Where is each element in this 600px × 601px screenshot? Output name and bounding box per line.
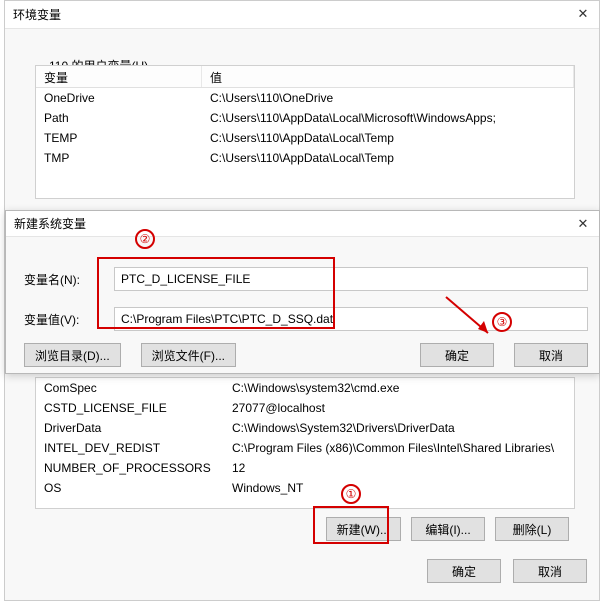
- system-vars-body: ComSpec C:\Windows\system32\cmd.exe CSTD…: [36, 378, 574, 498]
- table-row[interactable]: INTEL_DEV_REDIST C:\Program Files (x86)\…: [36, 438, 574, 458]
- table-row[interactable]: TEMP C:\Users\110\AppData\Local\Temp: [36, 128, 574, 148]
- table-row[interactable]: DriverData C:\Windows\System32\Drivers\D…: [36, 418, 574, 438]
- new-system-variable-dialog: 新建系统变量 ✕ 变量名(N): 变量值(V): 浏览目录(D)... 浏览文件…: [5, 210, 600, 374]
- user-vars-body: OneDrive C:\Users\110\OneDrive Path C:\U…: [36, 88, 574, 168]
- cell-val: Windows_NT: [224, 479, 574, 497]
- dialog-ok-button[interactable]: 确定: [420, 343, 494, 367]
- table-row[interactable]: OS Windows_NT: [36, 478, 574, 498]
- cell-var: TMP: [36, 149, 202, 167]
- cell-var: Path: [36, 109, 202, 127]
- cell-val: 12: [224, 459, 574, 477]
- new-system-var-button[interactable]: 新建(W)...: [326, 517, 401, 541]
- cell-val: C:\Windows\system32\cmd.exe: [224, 379, 574, 397]
- var-value-label: 变量值(V):: [24, 311, 114, 328]
- dialog-title: 新建系统变量: [14, 215, 86, 232]
- table-row[interactable]: TMP C:\Users\110\AppData\Local\Temp: [36, 148, 574, 168]
- window-title: 环境变量: [13, 6, 61, 23]
- delete-system-var-button[interactable]: 删除(L): [495, 517, 569, 541]
- window-titlebar: 环境变量 ✕: [5, 1, 599, 29]
- col-header-variable[interactable]: 变量: [36, 66, 202, 87]
- system-vars-table: ComSpec C:\Windows\system32\cmd.exe CSTD…: [35, 377, 575, 509]
- var-name-label: 变量名(N):: [24, 271, 114, 288]
- dialog-bottom-buttons: 确定 取消: [5, 559, 587, 583]
- var-value-row: 变量值(V):: [24, 307, 588, 331]
- close-icon[interactable]: ✕: [573, 215, 593, 233]
- cell-var: ComSpec: [36, 379, 224, 397]
- cell-val: C:\Windows\System32\Drivers\DriverData: [224, 419, 574, 437]
- dialog-buttons: 浏览目录(D)... 浏览文件(F)... 确定 取消: [24, 343, 588, 367]
- table-row[interactable]: ComSpec C:\Windows\system32\cmd.exe: [36, 378, 574, 398]
- cell-val: C:\Users\110\OneDrive: [202, 89, 574, 107]
- ok-button[interactable]: 确定: [427, 559, 501, 583]
- table-row[interactable]: NUMBER_OF_PROCESSORS 12: [36, 458, 574, 478]
- user-vars-header: 变量 值: [36, 66, 574, 88]
- dialog-titlebar: 新建系统变量 ✕: [6, 211, 599, 237]
- cell-var: NUMBER_OF_PROCESSORS: [36, 459, 224, 477]
- system-vars-buttons: 新建(W)... 编辑(I)... 删除(L): [35, 517, 575, 545]
- table-row[interactable]: CSTD_LICENSE_FILE 27077@localhost: [36, 398, 574, 418]
- user-vars-table: 变量 值 OneDrive C:\Users\110\OneDrive Path…: [35, 65, 575, 199]
- cell-val: C:\Program Files (x86)\Common Files\Inte…: [224, 439, 574, 457]
- col-header-value[interactable]: 值: [202, 66, 574, 87]
- var-value-input[interactable]: [114, 307, 588, 331]
- close-icon[interactable]: ✕: [573, 5, 593, 23]
- cell-var: OS: [36, 479, 224, 497]
- cell-val: C:\Users\110\AppData\Local\Microsoft\Win…: [202, 109, 574, 127]
- cell-var: INTEL_DEV_REDIST: [36, 439, 224, 457]
- browse-file-button[interactable]: 浏览文件(F)...: [141, 343, 236, 367]
- var-name-row: 变量名(N):: [24, 267, 588, 291]
- var-name-input[interactable]: [114, 267, 588, 291]
- browse-dir-button[interactable]: 浏览目录(D)...: [24, 343, 121, 367]
- cell-val: C:\Users\110\AppData\Local\Temp: [202, 129, 574, 147]
- cell-var: DriverData: [36, 419, 224, 437]
- cell-var: OneDrive: [36, 89, 202, 107]
- cell-val: 27077@localhost: [224, 399, 574, 417]
- cell-val: C:\Users\110\AppData\Local\Temp: [202, 149, 574, 167]
- table-row[interactable]: OneDrive C:\Users\110\OneDrive: [36, 88, 574, 108]
- table-row[interactable]: Path C:\Users\110\AppData\Local\Microsof…: [36, 108, 574, 128]
- edit-system-var-button[interactable]: 编辑(I)...: [411, 517, 485, 541]
- dialog-cancel-button[interactable]: 取消: [514, 343, 588, 367]
- cancel-button[interactable]: 取消: [513, 559, 587, 583]
- cell-var: TEMP: [36, 129, 202, 147]
- cell-var: CSTD_LICENSE_FILE: [36, 399, 224, 417]
